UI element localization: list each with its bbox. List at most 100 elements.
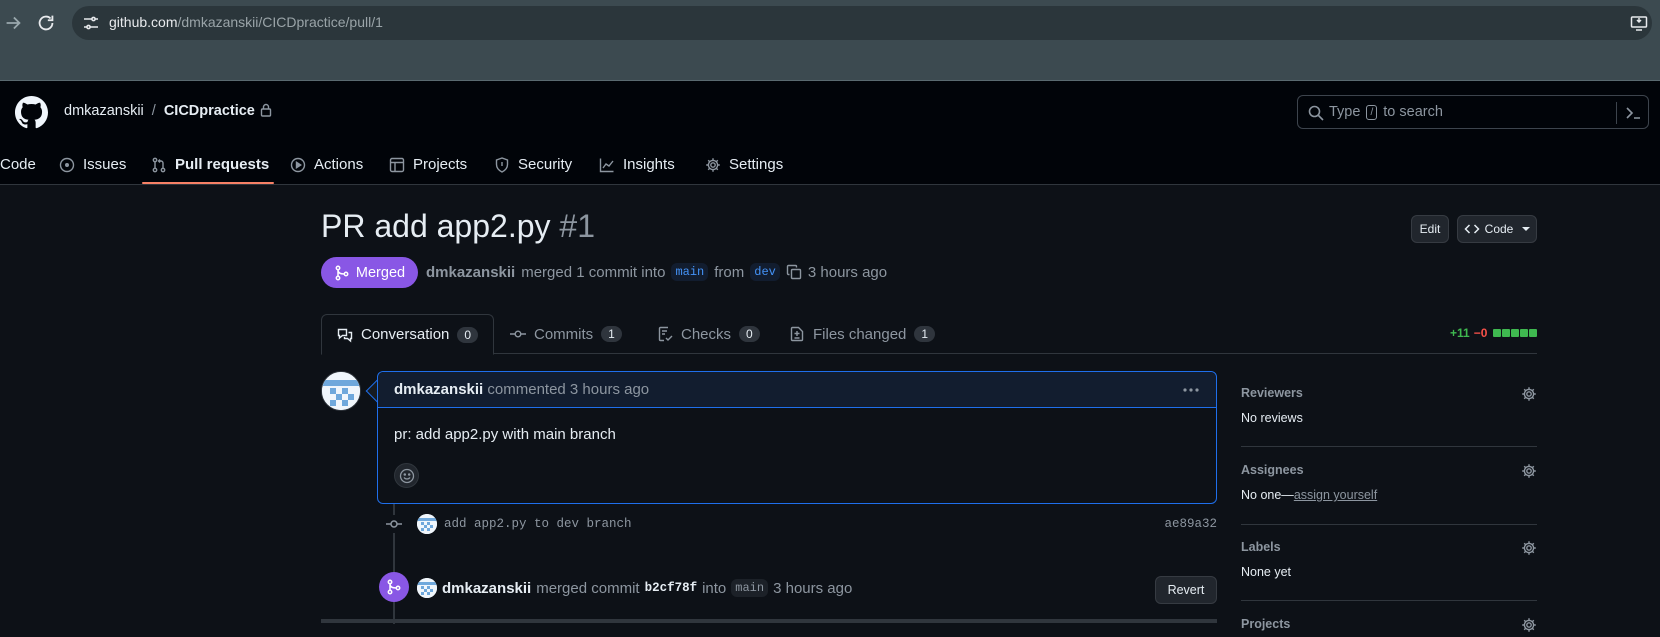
merge-icon	[387, 579, 401, 595]
pr-merge-text: merged 1 commit into	[521, 263, 666, 281]
repo-breadcrumb: dmkazanskii / CICDpractice	[64, 103, 272, 119]
address-bar[interactable]: github.com/dmkazanskii/CICDpractice/pull…	[72, 6, 1652, 40]
sidebar-reviewers: Reviewers No reviews	[1241, 386, 1537, 447]
edit-button[interactable]: Edit	[1411, 215, 1449, 243]
tab-checks[interactable]: Checks 0	[657, 314, 760, 354]
merge-into: into	[702, 579, 727, 597]
sidebar-projects-title: Projects	[1241, 617, 1291, 631]
sidebar-projects: Projects	[1241, 617, 1537, 637]
merge-action: merged commit	[536, 579, 640, 597]
breadcrumb-separator: /	[151, 103, 156, 119]
tab-files-changed-label: Files changed	[813, 325, 907, 343]
table-icon	[389, 157, 405, 172]
page-title: PR add app2.py #1	[321, 208, 595, 245]
tab-pull-requests-label: Pull requests	[175, 156, 270, 173]
diffstat: +11 −0	[1450, 326, 1538, 340]
repo-owner-link[interactable]: dmkazanskii	[64, 103, 144, 119]
tab-conversation-label: Conversation	[361, 326, 450, 343]
code-button[interactable]: Code	[1457, 215, 1537, 243]
comment-body: pr: add app2.py with main branch	[394, 426, 616, 443]
slash-key-hint: /	[1366, 105, 1378, 120]
comment: dmkazanskii commented 3 hours ago pr: ad…	[377, 371, 1217, 504]
merge-event: dmkazanskii merged commit b2cf78f into m…	[417, 577, 1217, 601]
command-palette-icon[interactable]	[1624, 104, 1642, 122]
gear-icon[interactable]	[1521, 617, 1537, 633]
file-diff-icon	[790, 326, 804, 342]
repo-name-link[interactable]: CICDpractice	[164, 103, 255, 119]
revert-button[interactable]: Revert	[1155, 576, 1217, 604]
tab-issues[interactable]: Issues	[59, 144, 126, 185]
tab-files-changed[interactable]: Files changed 1	[789, 314, 936, 354]
pr-title-text: PR add app2.py	[321, 208, 551, 244]
reload-icon[interactable]	[35, 12, 57, 34]
commit-message-link[interactable]: add app2.py to dev branch	[444, 517, 632, 531]
base-branch[interactable]: main	[671, 263, 709, 281]
search-divider	[1616, 102, 1617, 124]
merge-branch[interactable]: main	[731, 579, 769, 597]
forward-icon[interactable]	[2, 12, 24, 34]
comment-author-link[interactable]: dmkazanskii	[394, 381, 483, 398]
tab-code[interactable]: Code	[0, 144, 36, 185]
avatar[interactable]	[417, 514, 437, 534]
tab-actions[interactable]: Actions	[290, 144, 363, 185]
avatar[interactable]	[321, 371, 361, 411]
commit-sha-link[interactable]: ae89a32	[1164, 517, 1217, 531]
tab-commits-count: 1	[601, 326, 622, 342]
assign-yourself-link[interactable]: assign yourself	[1294, 488, 1377, 502]
merge-sha-link[interactable]: b2cf78f	[645, 581, 698, 595]
tab-pull-requests[interactable]: Pull requests	[151, 144, 269, 185]
merge-event-badge	[379, 572, 409, 602]
shield-icon	[495, 156, 509, 173]
tab-security-label: Security	[518, 156, 573, 173]
tab-commits-label: Commits	[534, 325, 594, 343]
tab-settings[interactable]: Settings	[705, 144, 783, 185]
kebab-horizontal-icon[interactable]	[1182, 381, 1200, 399]
head-branch[interactable]: dev	[750, 263, 780, 281]
repo-nav: Code Issues Pull requests Actions Projec…	[0, 144, 1660, 185]
tab-insights[interactable]: Insights	[599, 144, 675, 185]
smiley-icon	[399, 468, 414, 483]
github-logo-icon[interactable]	[15, 96, 48, 129]
tab-conversation[interactable]: Conversation 0	[321, 314, 495, 355]
status-badge-label: Merged	[355, 264, 406, 281]
copy-icon[interactable]	[786, 264, 802, 280]
comment-header: dmkazanskii commented 3 hours ago	[378, 372, 1216, 408]
timeline-divider	[321, 619, 1217, 623]
gear-icon[interactable]	[1521, 386, 1537, 402]
gear-icon[interactable]	[1521, 540, 1537, 556]
sidebar-assignees-title: Assignees	[1241, 463, 1304, 477]
conversation-icon	[337, 328, 353, 342]
checklist-icon	[658, 326, 673, 342]
merge-icon	[335, 265, 349, 280]
pr-meta: dmkazanskii merged 1 commit into main fr…	[426, 263, 887, 281]
pr-author-link[interactable]: dmkazanskii	[426, 264, 515, 281]
comment-author: dmkazanskii commented 3 hours ago	[394, 381, 649, 398]
diffstat-block	[1502, 329, 1511, 337]
tab-projects[interactable]: Projects	[389, 144, 467, 185]
gear-icon	[706, 157, 720, 172]
tab-security[interactable]: Security	[494, 144, 572, 185]
tab-conversation-count: 0	[457, 326, 479, 343]
tab-issues-label: Issues	[83, 156, 127, 173]
gear-icon[interactable]	[1521, 463, 1537, 479]
add-reaction-button[interactable]	[394, 463, 419, 488]
search-icon	[1308, 105, 1324, 121]
pr-from-text: from	[714, 263, 745, 281]
search-input[interactable]: Type / to search	[1297, 95, 1649, 129]
github-header: dmkazanskii / CICDpractice Type / to searc…	[0, 81, 1660, 185]
sidebar-assignees: Assignees No one—assign yourself	[1241, 463, 1537, 525]
diffstat-block	[1520, 329, 1529, 337]
diffstat-block	[1493, 329, 1502, 337]
tab-insights-label: Insights	[623, 156, 675, 173]
avatar[interactable]	[417, 578, 437, 598]
diffstat-additions: +11	[1450, 326, 1470, 340]
merge-author-link[interactable]: dmkazanskii	[442, 580, 531, 597]
tab-commits[interactable]: Commits 1	[510, 314, 622, 354]
site-info-icon[interactable]	[82, 14, 100, 32]
pr-tabs: Conversation 0 Commits 1 Checks 0 Files …	[321, 314, 1537, 355]
merge-event-text: dmkazanskii merged commit b2cf78f into m…	[442, 579, 852, 597]
search-placeholder: Type / to search	[1329, 104, 1443, 120]
install-app-icon[interactable]	[1630, 14, 1648, 32]
diffstat-block	[1529, 329, 1538, 337]
url-text: github.com/dmkazanskii/CICDpractice/pull…	[109, 14, 383, 30]
